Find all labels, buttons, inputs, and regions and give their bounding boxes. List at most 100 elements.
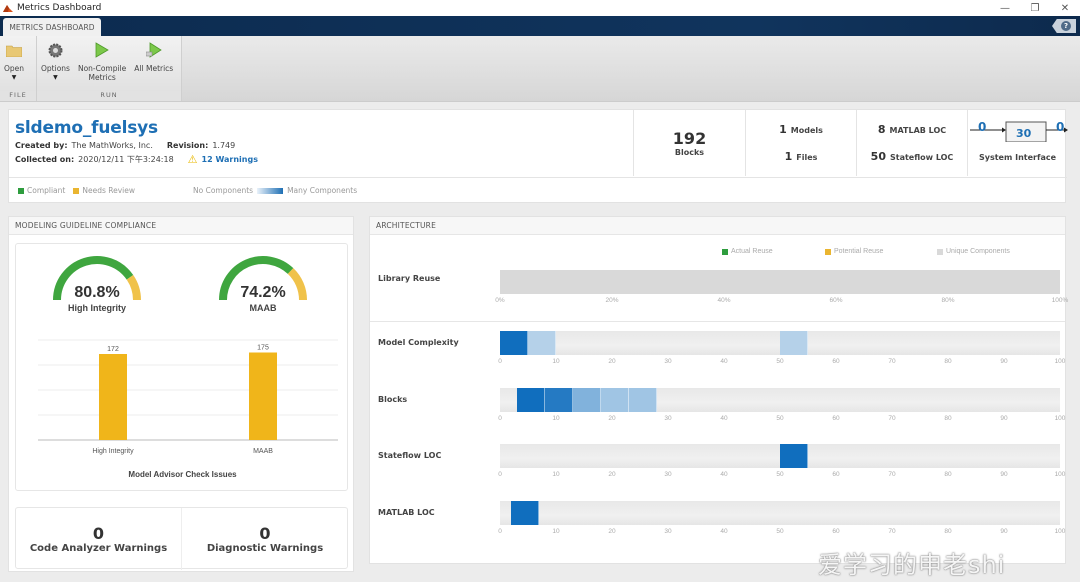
unique-components-segment[interactable] <box>500 270 1060 294</box>
stateflow-loc-stat[interactable]: 50 Stateflow LOC <box>871 150 954 163</box>
histogram-bin[interactable] <box>572 388 601 412</box>
bar-high-integrity[interactable] <box>99 354 127 440</box>
blocks-stat[interactable]: 192 Blocks <box>633 110 745 176</box>
warnings-link[interactable]: 12 Warnings <box>202 155 258 164</box>
axis-tick-label: 100 <box>1054 528 1066 535</box>
histogram-bin[interactable] <box>544 388 573 412</box>
matlab-loc-axis: 0 10 20 30 40 50 60 70 80 90 100 <box>498 528 1065 538</box>
axis-tick-label: 0 <box>498 415 502 422</box>
axis-tick-label: 90 <box>1000 415 1008 422</box>
model-complexity-axis: 0 10 20 30 40 50 60 70 80 90 100 <box>498 358 1065 368</box>
options-button[interactable]: Options ▼ <box>37 41 74 91</box>
potential-reuse-swatch <box>825 248 831 255</box>
tab-metrics-dashboard[interactable]: METRICS DASHBOARD <box>3 18 101 36</box>
files-stat[interactable]: 1 Files <box>785 150 818 163</box>
histogram-bin[interactable] <box>600 388 629 412</box>
library-reuse-label: Library Reuse <box>378 274 441 283</box>
minimize-button[interactable]: — <box>990 3 1020 14</box>
library-reuse-bar[interactable] <box>500 270 1060 294</box>
bar-maab[interactable] <box>249 352 277 441</box>
bar-value-label: 175 <box>257 345 269 352</box>
component-gradient <box>257 187 284 194</box>
matlab-loc-stat[interactable]: 8 MATLAB LOC <box>878 123 946 136</box>
file-section: Open ▼ FILE <box>0 36 37 101</box>
models-stat[interactable]: 1 Models <box>779 123 823 136</box>
interface-inputs: 0 <box>978 120 987 134</box>
bar-value-label: 172 <box>107 346 119 353</box>
unique-components-swatch <box>937 248 943 255</box>
summary-legend: Compliant Needs Review No Components Man… <box>9 177 1067 203</box>
axis-tick-label: 20 <box>608 358 616 365</box>
axis-tick-label: 80 <box>944 415 952 422</box>
stateflow-loc-axis: 0 10 20 30 40 50 60 70 80 90 100 <box>498 471 1065 481</box>
compliant-swatch <box>18 187 24 194</box>
axis-tick-label: 70 <box>888 528 896 535</box>
axis-tick-label: 60% <box>829 297 843 304</box>
actual-reuse-swatch <box>722 248 728 255</box>
help-button[interactable]: ? <box>1052 19 1076 33</box>
warnings-card: 0 Code Analyzer Warnings 0 Diagnostic Wa… <box>15 507 348 570</box>
axis-tick-label: 70 <box>888 415 896 422</box>
axis-tick-label: 30 <box>664 471 672 478</box>
axis-tick-label: 70 <box>888 358 896 365</box>
compliance-panel: MODELING GUIDELINE COMPLIANCE 80.8% High… <box>8 216 354 572</box>
axis-tick-label: 10 <box>552 415 560 422</box>
axis-tick-label: 80 <box>944 471 952 478</box>
axis-tick-label: 20 <box>608 528 616 535</box>
loc-stat: 8 MATLAB LOC 50 Stateflow LOC <box>856 110 967 176</box>
histogram-bin[interactable] <box>780 331 808 355</box>
all-metrics-button[interactable]: All Metrics <box>130 41 177 91</box>
model-info: sldemo_fuelsys Created by: The MathWorks… <box>9 110 633 176</box>
axis-tick-label: 50 <box>776 471 784 478</box>
code-analyzer-warnings[interactable]: 0 Code Analyzer Warnings <box>16 508 182 570</box>
axis-tick-label: 30 <box>664 415 672 422</box>
gauge-maab[interactable]: 74.2% MAAB <box>208 250 318 313</box>
histogram-bin[interactable] <box>628 388 657 412</box>
interface-blocks: 30 <box>1016 127 1032 140</box>
blocks-distribution[interactable] <box>500 388 1060 412</box>
axis-tick-label: 40 <box>720 415 728 422</box>
histogram-bin[interactable] <box>500 331 528 355</box>
histogram-bin[interactable] <box>780 444 808 468</box>
architecture-title: ARCHITECTURE <box>370 217 1065 235</box>
folder-icon <box>5 41 23 59</box>
axis-tick-label: 0 <box>498 358 502 365</box>
model-complexity-distribution[interactable] <box>500 331 1060 355</box>
category-label: High Integrity <box>92 448 134 455</box>
model-complexity-label: Model Complexity <box>378 338 459 347</box>
axis-tick-label: 40 <box>720 471 728 478</box>
revision: 1.749 <box>212 141 236 150</box>
axis-tick-label: 20 <box>608 471 616 478</box>
needs-review-swatch <box>73 187 80 194</box>
run-section: Options ▼ Non-Compile Metrics All Metric… <box>37 36 182 101</box>
restore-button[interactable]: ❐ <box>1020 3 1050 14</box>
histogram-bin[interactable] <box>516 388 545 412</box>
axis-tick-label: 50 <box>776 415 784 422</box>
collected-on: 2020/12/11 下午3:24:18 <box>78 155 174 164</box>
play-icon <box>93 41 111 59</box>
gear-icon <box>46 41 64 59</box>
stateflow-loc-distribution[interactable] <box>500 444 1060 468</box>
matlab-loc-label: MATLAB LOC <box>378 508 435 517</box>
axis-tick-label: 90 <box>1000 358 1008 365</box>
axis-tick-label: 10 <box>552 528 560 535</box>
axis-tick-label: 100 <box>1054 358 1066 365</box>
matlab-loc-distribution[interactable] <box>500 501 1060 525</box>
warning-icon: ⚠ <box>187 153 198 166</box>
help-icon: ? <box>1061 21 1071 31</box>
compliance-chart-card: 80.8% High Integrity 74.2% MAAB 172 High … <box>15 243 348 491</box>
run-section-label: RUN <box>37 91 181 101</box>
close-button[interactable]: ✕ <box>1050 3 1080 14</box>
dropdown-caret-icon: ▼ <box>53 74 58 81</box>
axis-tick-label: 50 <box>776 358 784 365</box>
histogram-bin[interactable] <box>511 501 540 525</box>
non-compile-metrics-button[interactable]: Non-Compile Metrics <box>74 41 130 91</box>
system-interface[interactable]: 0 30 0 System Interface <box>967 110 1068 176</box>
blocks-axis: 0 10 20 30 40 50 60 70 80 90 100 <box>498 415 1065 425</box>
histogram-bin[interactable] <box>528 331 556 355</box>
open-button[interactable]: Open ▼ <box>0 41 28 91</box>
axis-tick-label: 100% <box>1051 297 1069 304</box>
gauge-high-integrity[interactable]: 80.8% High Integrity <box>42 250 152 313</box>
file-section-label: FILE <box>0 91 36 101</box>
diagnostic-warnings[interactable]: 0 Diagnostic Warnings <box>182 508 348 570</box>
